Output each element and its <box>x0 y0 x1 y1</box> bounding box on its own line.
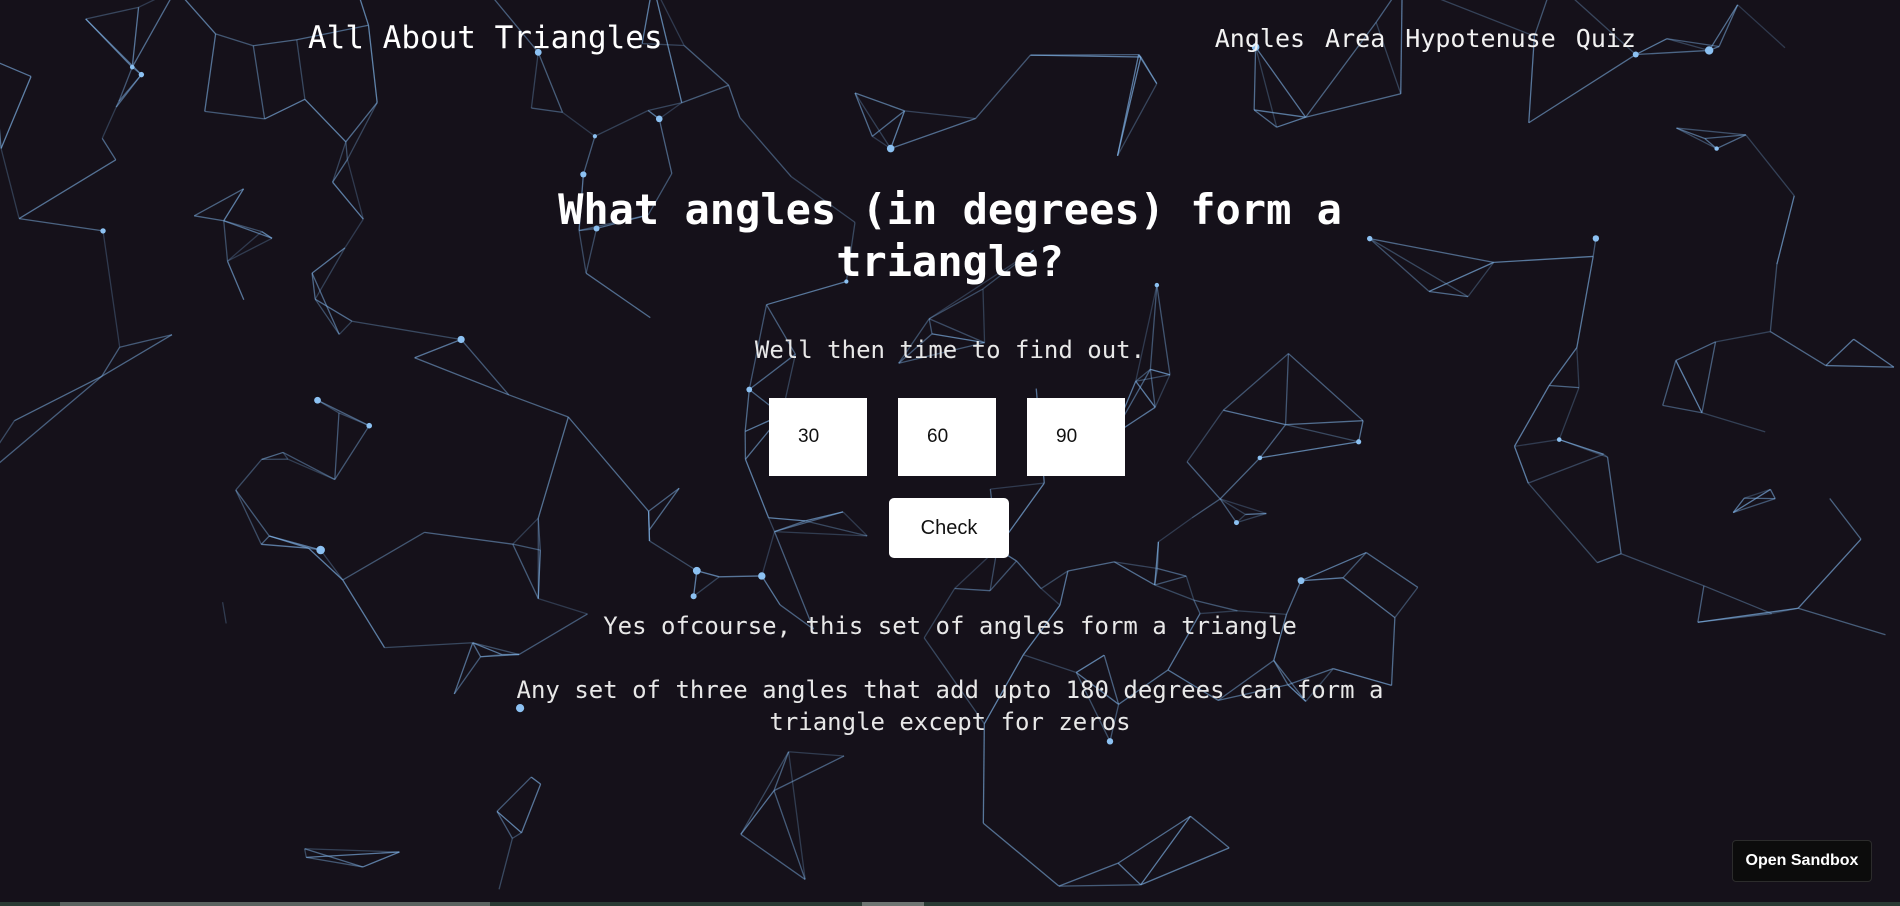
nav-link-quiz[interactable]: Quiz <box>1576 24 1636 53</box>
open-sandbox-button[interactable]: Open Sandbox <box>1732 840 1872 882</box>
page-question-heading: What angles (in degrees) form a triangle… <box>558 185 1342 286</box>
angle-inputs-group <box>769 398 1125 476</box>
bottom-scrollbar-thumb[interactable] <box>60 902 490 906</box>
explanation-text: Any set of three angles that add upto 18… <box>516 676 1384 736</box>
nav-link-area[interactable]: Area <box>1325 24 1385 53</box>
nav-link-hypotenuse[interactable]: Hypotenuse <box>1405 24 1556 53</box>
page-subtitle: Well then time to find out. <box>754 336 1146 364</box>
nav-link-angles[interactable]: Angles <box>1215 24 1305 53</box>
angle-input-3[interactable] <box>1027 398 1125 476</box>
angle-input-2[interactable] <box>898 398 996 476</box>
check-button[interactable]: Check <box>889 498 1009 558</box>
result-message: Yes ofcourse, this set of angles form a … <box>603 612 1297 640</box>
angle-input-1[interactable] <box>769 398 867 476</box>
site-title-link[interactable]: All About Triangles <box>308 20 663 56</box>
bottom-scrollbar-marker <box>862 902 924 906</box>
top-nav: Angles Area Hypotenuse Quiz <box>1215 24 1636 53</box>
